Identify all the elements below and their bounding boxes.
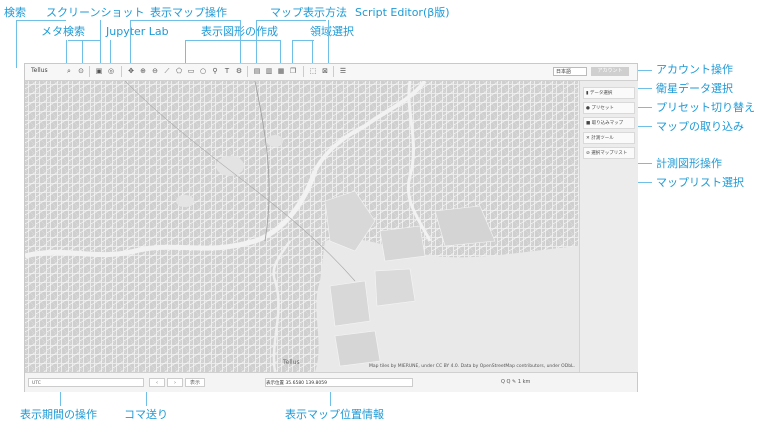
frame-prev-button[interactable]: ‹ [149,378,165,387]
label-map-position-info: 表示マップ位置情報 [285,408,384,421]
label-period-ops: 表示期間の操作 [20,408,97,421]
map-canvas[interactable]: Tellus Map tiles by MIERUNE, under CC BY… [25,81,579,372]
leader-line [328,20,329,68]
account-button[interactable]: アカウント [591,67,629,76]
app-logo: Tellus [31,67,48,74]
label-meta-search: メタ検索 [41,25,85,38]
leader-line [100,20,101,68]
zoom-out-icon[interactable]: ⊖ [149,66,161,77]
text-icon[interactable]: T [221,66,233,77]
leader-line [240,20,241,68]
meta-search-icon[interactable]: ⊙ [75,66,87,77]
label-display-map-ops: 表示マップ操作 [150,6,227,19]
map-logo: Tellus [283,359,300,366]
toolbar-divider [303,66,304,77]
region-select-icon[interactable]: ⬚ [307,66,319,77]
move-icon[interactable]: ✥ [125,66,137,77]
split-view-icon[interactable]: ▤ [251,66,263,77]
label-search: 検索 [4,6,26,19]
layer-view-icon[interactable]: ▦ [275,66,287,77]
coord-prefix: 表示位置 [266,381,284,386]
script-editor-icon[interactable]: ☰ [337,66,349,77]
label-region-select: 領域選択 [310,25,354,38]
zoom-scale: Q Q ✎ 1 km [501,379,531,385]
rect-icon[interactable]: ▭ [185,66,197,77]
settings-icon[interactable]: ⚙ [233,66,245,77]
label-measure-ops: 計測図形操作 [656,157,722,170]
compare-view-icon[interactable]: ▥ [263,66,275,77]
stack-view-icon[interactable]: ❐ [287,66,299,77]
label-preset-switch: プリセット切り替え [656,101,755,114]
frame-next-button[interactable]: › [167,378,183,387]
sidebar-item-satellite[interactable]: ▮ データ選択 [583,87,635,99]
label-map-import: マップの取り込み [656,120,744,133]
label-script-editor: Script Editor(β版) [355,6,450,19]
label-frame-step: コマ送り [124,408,168,421]
sidebar-item-import[interactable]: ■ 取り込みマップ [583,117,635,129]
map-position-info[interactable]: 表示位置 35.6580 139.8059 [265,378,413,387]
marker-icon[interactable]: ⚲ [209,66,221,77]
map-attribution: Map tiles by MIERUNE, under CC BY 4.0. D… [369,364,575,369]
leader-line [16,20,17,68]
toolbar: Tellus ⌕ ⊙ ▣ ◎ ✥ ⊕ ⊖ ⟋ ⬠ ▭ ○ ⚲ T ⚙ ▤ ▥ ▦… [25,64,637,81]
jupyter-icon[interactable]: ◎ [105,66,117,77]
toolbar-divider [121,66,122,77]
sidebar-item-label: 計測ツール [591,136,614,141]
label-map-display-method: マップ表示方法 [270,6,347,19]
map-tiles [25,81,579,372]
sidebar-item-label: 選択マップリスト [591,151,628,156]
label-screenshot: スクリーンショット [46,6,145,19]
search-icon[interactable]: ⌕ [63,66,75,77]
label-account-ops: アカウント操作 [656,63,733,76]
region-clear-icon[interactable]: ⊠ [319,66,331,77]
sidebar-item-label: 取り込みマップ [591,121,624,126]
leader-line [256,20,257,68]
language-select[interactable]: 日本語 [553,67,587,76]
leader-line [185,40,280,41]
sidebar-item-map-list[interactable]: ⊘ 選択マップリスト [583,147,635,159]
sidebar-item-label: データ選択 [589,91,613,96]
leader-line [130,20,240,21]
label-satellite-select: 衛星データ選択 [656,82,733,95]
period-control[interactable]: UTC [28,378,144,387]
sidebar-item-label: プリセット [591,106,614,111]
toolbar-divider [89,66,90,77]
leader-line [16,20,66,21]
coord-value: 35.6580 139.8059 [285,381,327,386]
sidebar-item-preset[interactable]: ● プリセット [583,102,635,114]
toolbar-divider [333,66,334,77]
circle-icon[interactable]: ○ [197,66,209,77]
frame-label: 表示 [185,378,205,387]
app-window: Tellus ⌕ ⊙ ▣ ◎ ✥ ⊕ ⊖ ⟋ ⬠ ▭ ○ ⚲ T ⚙ ▤ ▥ ▦… [24,63,638,392]
leader-line [68,40,100,41]
leader-line [292,40,314,41]
sidebar: ▮ データ選択 ● プリセット ■ 取り込みマップ ✕ 計測ツール ⊘ 選択マッ… [579,81,638,372]
label-jupyter-lab: Jupyter Lab [106,25,169,38]
bottom-bar: UTC ‹ › 表示 表示位置 35.6580 139.8059 Q Q ✎ 1… [25,372,637,392]
label-map-list-select: マップリスト選択 [656,176,744,189]
line-icon[interactable]: ⟋ [161,66,173,77]
leader-line [256,20,326,21]
leader-line [130,20,131,68]
toolbar-divider [247,66,248,77]
zoom-in-icon[interactable]: ⊕ [137,66,149,77]
polygon-icon[interactable]: ⬠ [173,66,185,77]
sidebar-item-measure[interactable]: ✕ 計測ツール [583,132,635,144]
screenshot-icon[interactable]: ▣ [93,66,105,77]
